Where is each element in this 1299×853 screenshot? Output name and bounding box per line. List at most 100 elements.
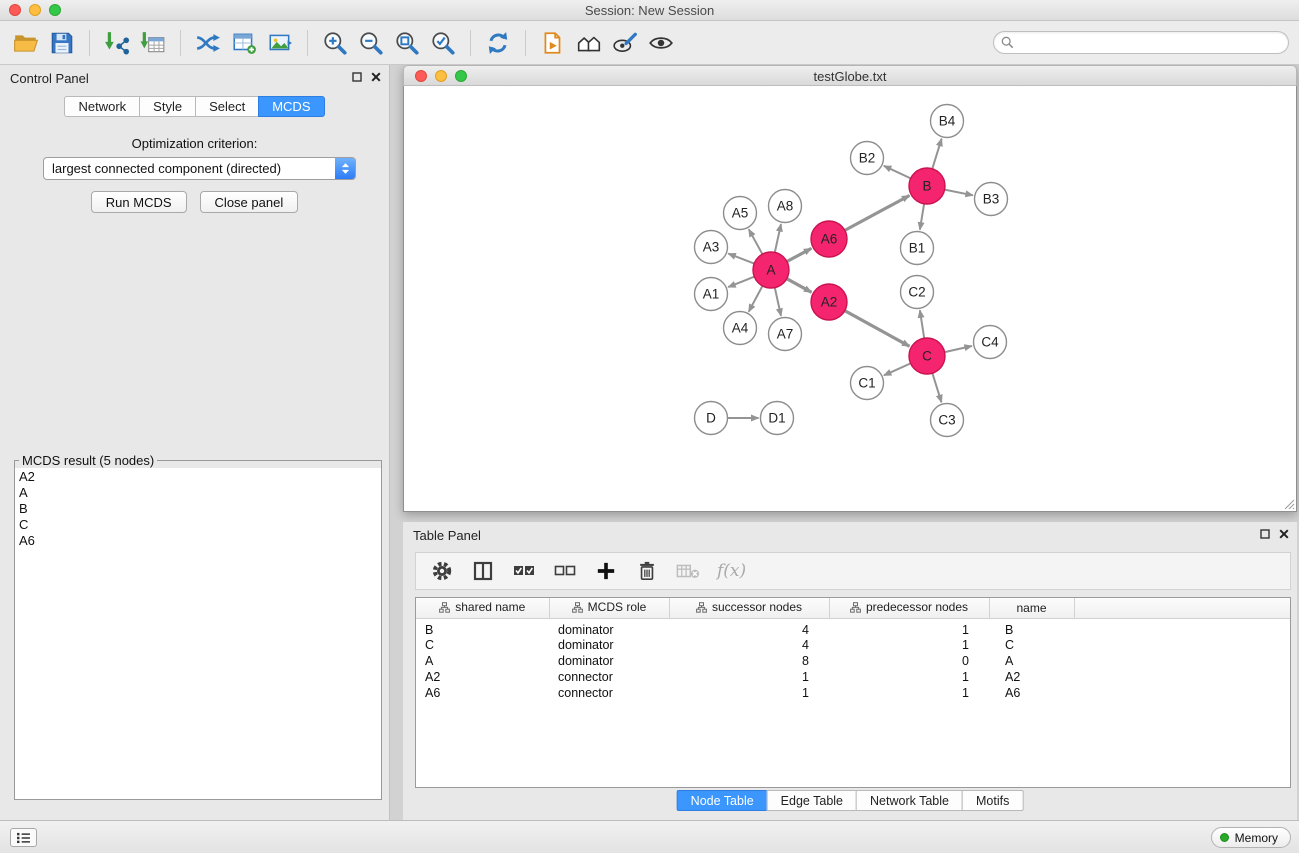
export-image-button[interactable] [262,26,298,60]
show-all-button[interactable] [571,26,607,60]
zoom-in-button[interactable] [317,26,353,60]
new-network-button[interactable] [190,26,226,60]
table-cell[interactable]: dominator [549,618,669,637]
tab-motifs[interactable]: Motifs [962,790,1023,811]
tab-mcds[interactable]: MCDS [258,96,324,117]
resize-grip-icon[interactable] [1282,497,1295,510]
float-panel-icon[interactable] [352,72,362,82]
graph-edge-A-A1[interactable] [728,277,754,287]
open-session-button[interactable] [8,26,44,60]
table-cell[interactable]: 1 [829,685,989,701]
mcds-result-item[interactable]: A2 [19,469,381,485]
tab-network-table[interactable]: Network Table [856,790,963,811]
tab-select[interactable]: Select [195,96,259,117]
table-cell[interactable]: 1 [829,669,989,685]
table-cell[interactable]: 1 [829,637,989,653]
graph-edge-A-A8[interactable] [775,224,781,252]
table-settings-button[interactable] [430,559,454,583]
graph-edge-A6-B[interactable] [845,196,910,231]
graph-edge-C-C3[interactable] [932,373,941,402]
new-network-table-button[interactable] [226,26,262,60]
function-builder-button[interactable]: f(x) [717,559,746,583]
column-header-mcds-role[interactable]: MCDS role [549,598,669,618]
table-cell[interactable]: 4 [669,637,829,653]
delete-table-button[interactable] [676,559,700,583]
mcds-result-item[interactable]: C [19,517,381,533]
mcds-result-item[interactable]: B [19,501,381,517]
column-header-name[interactable]: name [989,598,1074,618]
run-mcds-button[interactable]: Run MCDS [91,191,187,213]
table-row[interactable]: A6connector11A6 [416,685,1290,701]
import-network-file-button[interactable] [99,26,135,60]
graph-edge-C-C4[interactable] [945,346,972,352]
graph-edge-A-A2[interactable] [787,279,812,293]
zoom-out-button[interactable] [353,26,389,60]
tab-network[interactable]: Network [64,96,140,117]
apply-layout-button[interactable] [480,26,516,60]
select-all-button[interactable] [512,559,536,583]
save-session-button[interactable] [44,26,80,60]
graph-edge-C-C2[interactable] [920,310,924,338]
table-cell[interactable]: dominator [549,637,669,653]
close-panel-icon[interactable] [1279,529,1289,539]
first-neighbors-button[interactable] [535,26,571,60]
graph-edge-A-A7[interactable] [775,288,781,316]
table-cell[interactable]: C [989,637,1074,653]
close-panel-button[interactable]: Close panel [200,191,299,213]
tab-style[interactable]: Style [139,96,196,117]
table-row[interactable]: Bdominator41B [416,618,1290,637]
graph-edge-C-C1[interactable] [884,363,911,375]
import-table-file-button[interactable] [135,26,171,60]
table-cell[interactable]: A [416,653,549,669]
column-header-shared-name[interactable]: shared name [416,598,549,618]
network-canvas[interactable]: B4B2BB3A8A5A6A3B1AC2A1A2A4A7C4CC1DD1C3 [403,86,1297,512]
graph-edge-A-A6[interactable] [787,248,812,261]
table-cell[interactable]: 1 [669,685,829,701]
graph-edge-B-B3[interactable] [945,190,973,196]
graph-edge-B-B2[interactable] [884,166,911,179]
table-row[interactable]: A2connector11A2 [416,669,1290,685]
column-header-predecessor-nodes[interactable]: predecessor nodes [829,598,989,618]
table-cell[interactable]: 8 [669,653,829,669]
tab-edge-table[interactable]: Edge Table [767,790,857,811]
mcds-result-item[interactable]: A6 [19,533,381,549]
close-panel-icon[interactable] [371,72,381,82]
mcds-result-item[interactable]: A [19,485,381,501]
table-cell[interactable]: 4 [669,618,829,637]
search-input[interactable] [1014,36,1288,50]
table-row[interactable]: Adominator80A [416,653,1290,669]
table-cell[interactable]: C [416,637,549,653]
zoom-selected-button[interactable] [425,26,461,60]
table-cell[interactable]: A6 [989,685,1074,701]
column-header-successor-nodes[interactable]: successor nodes [669,598,829,618]
add-column-button[interactable] [594,559,618,583]
zoom-fit-button[interactable] [389,26,425,60]
show-selected-button[interactable] [643,26,679,60]
table-cell[interactable]: B [416,618,549,637]
tab-node-table[interactable]: Node Table [677,790,768,811]
graph-edge-A-A4[interactable] [749,286,763,312]
hide-selected-button[interactable] [607,26,643,60]
float-panel-icon[interactable] [1260,529,1270,539]
table-cell[interactable]: dominator [549,653,669,669]
table-cell[interactable]: 1 [829,618,989,637]
delete-column-button[interactable] [635,559,659,583]
optimization-criterion-select[interactable]: largest connected component (directed) [43,157,356,180]
table-cell[interactable]: 0 [829,653,989,669]
table-cell[interactable]: 1 [669,669,829,685]
table-cell[interactable]: A [989,653,1074,669]
table-cell[interactable]: A2 [416,669,549,685]
table-row[interactable]: Cdominator41C [416,637,1290,653]
table-cell[interactable]: A6 [416,685,549,701]
memory-button[interactable]: Memory [1211,827,1291,848]
task-history-button[interactable] [10,828,37,847]
graph-edge-B-B4[interactable] [932,139,941,169]
table-cell[interactable]: connector [549,685,669,701]
table-cell[interactable]: A2 [989,669,1074,685]
network-window-titlebar[interactable]: testGlobe.txt [403,65,1297,86]
table-cell[interactable]: B [989,618,1074,637]
graph-edge-A-A3[interactable] [728,254,754,264]
graph-edge-B-B1[interactable] [920,204,924,230]
show-columns-button[interactable] [471,559,495,583]
table-cell[interactable]: connector [549,669,669,685]
